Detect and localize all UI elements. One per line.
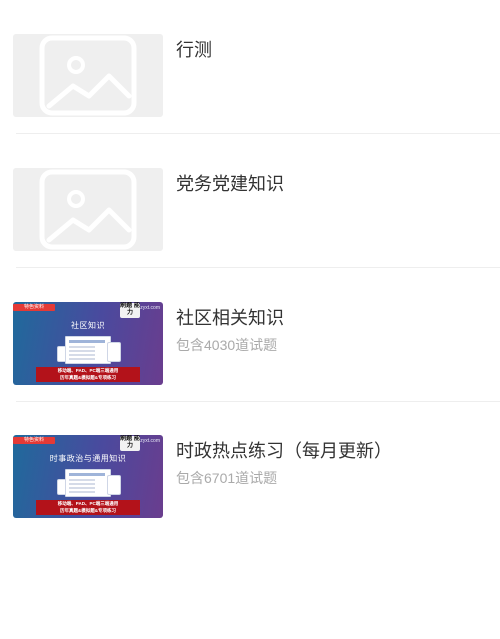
list-item[interactable]: 党务党建知识 <box>0 134 500 268</box>
cover-banner-line: 移动端、PAD、PC端三端通用 <box>57 368 119 373</box>
tablet-icon <box>107 475 121 495</box>
item-title: 社区相关知识 <box>176 308 284 328</box>
item-question-count: 包含6701道试题 <box>176 470 278 486</box>
tablet-icon <box>107 342 121 362</box>
cover-tag: 特色资料 <box>13 437 55 444</box>
cover-banner-line: 移动端、PAD、PC端三端通用 <box>57 501 119 506</box>
item-question-count: 包含4030道试题 <box>176 337 278 353</box>
item-title: 行测 <box>176 40 212 60</box>
image-placeholder-icon <box>13 168 163 251</box>
item-title: 时政热点练习（每月更新） <box>176 441 392 461</box>
list-item[interactable]: 特色资料 刷题 能力 zyxt.com 社区知识 移动端、PAD、PC端三端通用… <box>0 268 500 402</box>
cover-logo: 刷题 能力 <box>120 436 140 451</box>
monitor-icon <box>65 336 111 364</box>
cover-heading: 社区知识 <box>71 321 105 330</box>
course-cover-image: 特色资料 刷题 能力 zyxt.com 社区知识 移动端、PAD、PC端三端通用… <box>13 302 163 385</box>
monitor-icon <box>65 469 111 497</box>
image-placeholder-icon <box>13 34 163 117</box>
cover-banner-line: 历年真题&模拟题&专项练习 <box>60 508 116 513</box>
cover-banner: 移动端、PAD、PC端三端通用 历年真题&模拟题&专项练习 <box>36 500 140 515</box>
cover-heading: 时事政治与通用知识 <box>49 454 127 463</box>
cover-logo: 刷题 能力 <box>120 303 140 318</box>
cover-site: zyxt.com <box>140 305 160 311</box>
cover-tag: 特色资料 <box>13 304 55 311</box>
cover-site: zyxt.com <box>140 438 160 444</box>
list-item[interactable]: 特色资料 刷题 能力 zyxt.com 时事政治与通用知识 移动端、PAD、PC… <box>0 401 500 535</box>
cover-banner: 移动端、PAD、PC端三端通用 历年真题&模拟题&专项练习 <box>36 367 140 382</box>
course-cover-image: 特色资料 刷题 能力 zyxt.com 时事政治与通用知识 移动端、PAD、PC… <box>13 435 163 518</box>
cover-banner-line: 历年真题&模拟题&专项练习 <box>60 375 116 380</box>
item-title: 党务党建知识 <box>176 174 284 194</box>
list-item[interactable]: 行测 <box>0 0 500 134</box>
